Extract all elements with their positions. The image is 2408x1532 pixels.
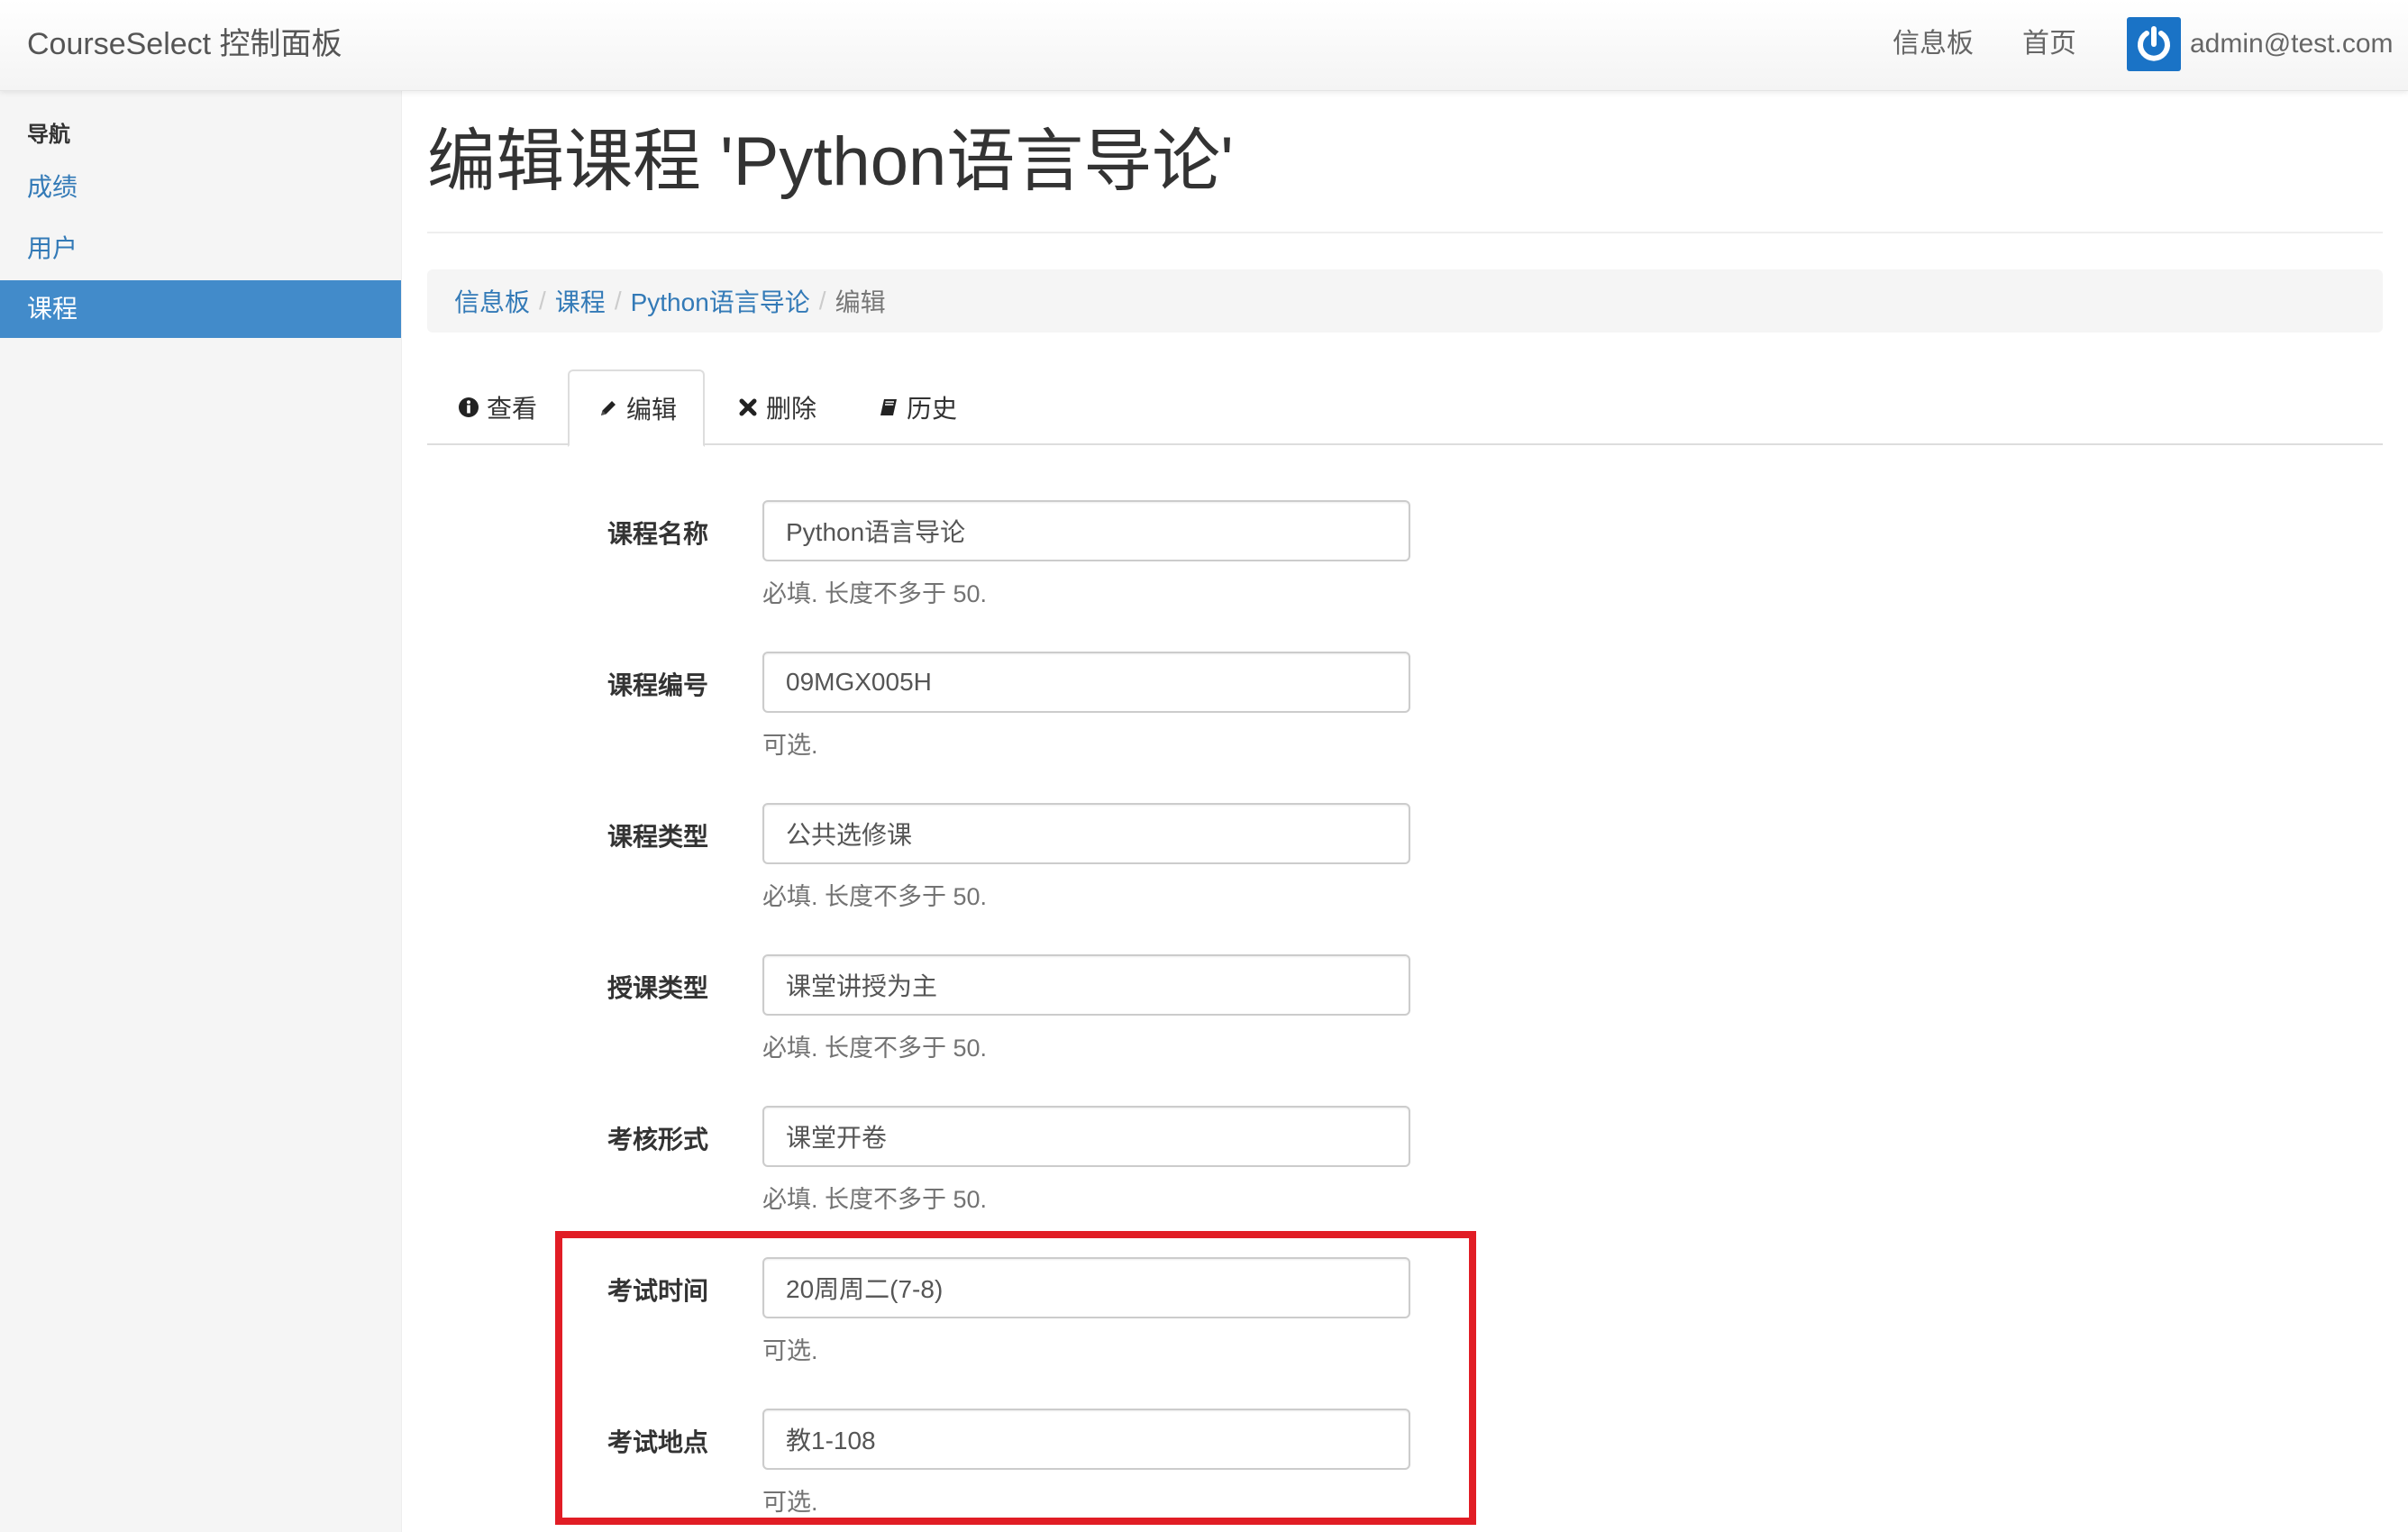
field-label-exam-location: 考试地点 <box>607 1428 709 1456</box>
tab-history[interactable]: 历史 <box>876 369 957 445</box>
top-navbar: CourseSelect 控制面板 信息板 首页 admin@test.com <box>0 0 2408 91</box>
brand-link[interactable]: CourseSelect 控制面板 <box>27 23 342 65</box>
pencil-icon <box>596 396 621 421</box>
title-divider <box>427 232 2383 233</box>
field-label-course-type: 课程类型 <box>607 823 709 851</box>
power-icon <box>2138 26 2170 61</box>
exam-form-help: 必填. 长度不多于 50. <box>762 1186 988 1213</box>
info-circle-icon <box>456 395 481 420</box>
field-label-course-code: 课程编号 <box>607 671 709 699</box>
tab-label: 历史 <box>907 395 958 423</box>
field-label-teaching-type: 授课类型 <box>607 974 709 1002</box>
sidebar-item-users[interactable]: 用户 <box>0 220 401 278</box>
course-name-help: 必填. 长度不多于 50. <box>762 580 988 607</box>
course-name-input[interactable] <box>762 500 1410 561</box>
breadcrumb: 信息板 / 课程 / Python语言导论 / 编辑 <box>427 269 2383 333</box>
tab-delete[interactable]: 删除 <box>735 369 816 445</box>
sidebar-heading: 导航 <box>27 123 70 147</box>
breadcrumb-separator: / <box>539 287 546 315</box>
sidebar-item-courses[interactable]: 课程 <box>0 280 401 338</box>
tab-view[interactable]: 查看 <box>456 369 537 445</box>
sidebar: 导航 成绩 用户 课程 <box>0 91 402 1532</box>
tab-label: 删除 <box>766 395 817 423</box>
tab-bar: 查看 编辑 删除 历史 <box>427 369 2383 447</box>
course-code-help: 可选. <box>762 732 818 759</box>
exam-time-input[interactable] <box>762 1257 1410 1318</box>
course-type-input[interactable] <box>762 803 1410 864</box>
teaching-type-input[interactable] <box>762 954 1410 1016</box>
nav-home-link[interactable]: 首页 <box>2022 23 2076 65</box>
tab-edit[interactable]: 编辑 <box>568 369 705 447</box>
exam-location-help: 可选. <box>762 1489 818 1516</box>
avatar <box>2127 17 2181 71</box>
breadcrumb-dashboard[interactable]: 信息板 <box>454 283 530 319</box>
user-email: admin@test.com <box>2190 29 2394 59</box>
book-icon <box>876 395 901 420</box>
breadcrumb-separator: / <box>818 287 826 315</box>
exam-location-input[interactable] <box>762 1409 1410 1470</box>
course-type-help: 必填. 长度不多于 50. <box>762 883 988 910</box>
course-code-input[interactable] <box>762 652 1410 713</box>
teaching-type-help: 必填. 长度不多于 50. <box>762 1035 988 1062</box>
exam-time-help: 可选. <box>762 1337 818 1364</box>
field-label-course-name: 课程名称 <box>607 520 709 548</box>
field-label-exam-time: 考试时间 <box>607 1277 709 1305</box>
breadcrumb-courses[interactable]: 课程 <box>555 283 606 319</box>
user-menu[interactable]: admin@test.com <box>2127 16 2394 72</box>
field-label-exam-form: 考核形式 <box>607 1126 709 1154</box>
breadcrumb-current: 编辑 <box>835 288 886 316</box>
exam-form-input[interactable] <box>762 1106 1410 1167</box>
x-icon <box>735 395 761 420</box>
tab-label: 查看 <box>487 395 538 423</box>
sidebar-item-grades[interactable]: 成绩 <box>0 159 401 216</box>
tab-label: 编辑 <box>625 396 677 424</box>
breadcrumb-course[interactable]: Python语言导论 <box>631 283 810 319</box>
page-title: 编辑课程 'Python语言导论' <box>427 123 1234 200</box>
breadcrumb-separator: / <box>614 287 622 315</box>
nav-dashboard-link[interactable]: 信息板 <box>1893 23 1974 65</box>
